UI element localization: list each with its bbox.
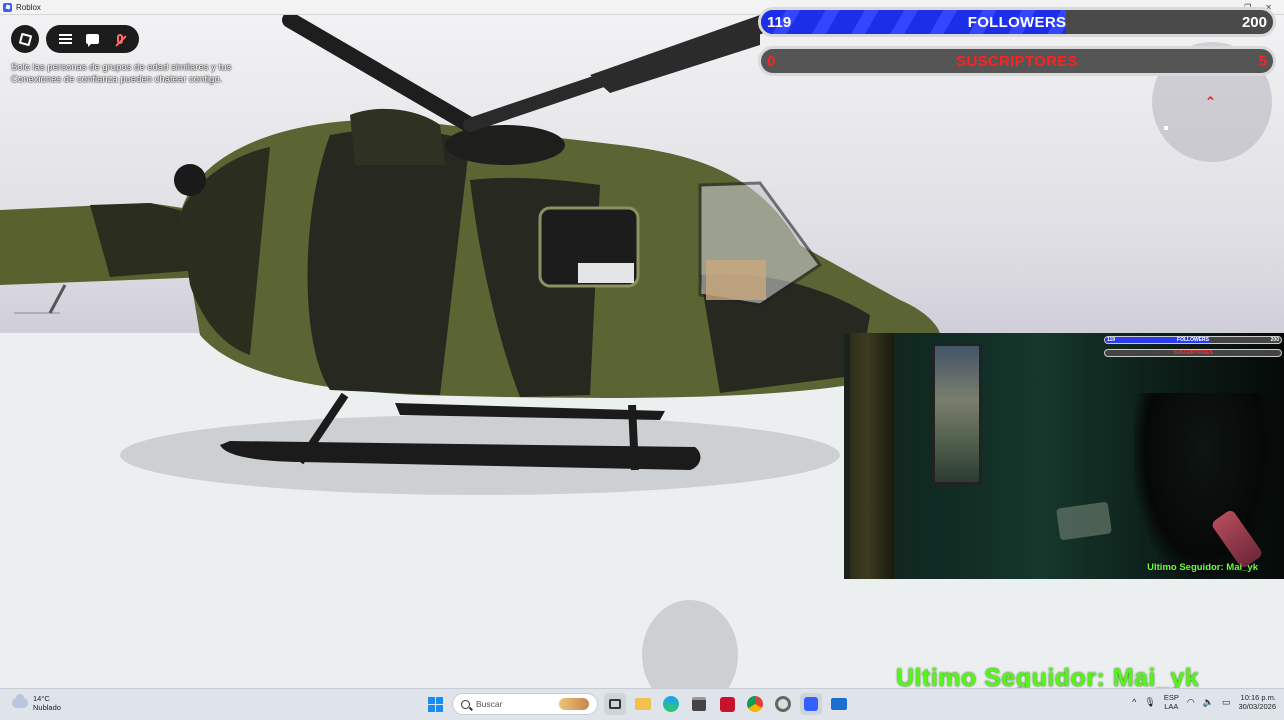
weather-condition: Nublado	[33, 703, 61, 712]
system-tray: ^ 🎙 ESP LAA ◠ 🔈 ▭ 10:16 p.m. 30/03/2026	[1132, 693, 1276, 711]
webcam-subscribers-bar: SUSCRIPTORES	[1104, 349, 1282, 357]
chat-restriction-notice: Solo las personas de grupos de edad simi…	[11, 62, 232, 85]
chrome-button[interactable]	[744, 693, 766, 715]
task-view-button[interactable]	[604, 693, 626, 715]
roblox-app-icon	[3, 2, 12, 12]
webcam-followers-bar: 119 FOLLOWERS 200	[1104, 336, 1282, 344]
weather-temp: 14°C	[33, 694, 50, 703]
language-layout: LAA	[1164, 702, 1179, 711]
taskbar-apps: Buscar	[424, 693, 850, 715]
minimap-dot	[1164, 126, 1168, 130]
edge-button[interactable]	[660, 693, 682, 715]
battery-icon[interactable]: ▭	[1222, 697, 1231, 708]
search-highlight-icon	[559, 698, 589, 710]
roblox-logo-icon	[18, 32, 32, 46]
roblox-window: Roblox — ❐ ✕	[0, 0, 1284, 720]
clock[interactable]: 10:16 p.m. 30/03/2026	[1238, 693, 1276, 711]
subscribers-label: SUSCRIPTORES	[956, 52, 1078, 70]
clock-date: 30/03/2026	[1238, 702, 1276, 711]
tray-overflow-icon[interactable]: ^	[1132, 697, 1136, 707]
chrome-icon	[747, 696, 763, 712]
webcam-subscribers-label: SUSCRIPTORES	[1173, 350, 1213, 356]
search-icon	[461, 699, 470, 709]
language-indicator[interactable]: ESP LAA	[1164, 693, 1179, 711]
player-arrow-icon: ⌃	[1205, 94, 1216, 109]
window-title: Roblox	[16, 2, 41, 12]
roblox-topbar-menu	[46, 25, 139, 53]
file-explorer-button[interactable]	[632, 693, 654, 715]
edge-icon	[663, 696, 679, 712]
webcam-poster	[932, 343, 982, 485]
weather-text: 14°C Nublado	[33, 694, 61, 712]
followers-label: FOLLOWERS	[967, 13, 1067, 31]
tv-app-icon	[831, 698, 847, 710]
roblox-icon	[804, 697, 818, 711]
clock-time: 10:16 p.m.	[1240, 693, 1276, 702]
menu-button[interactable]	[57, 30, 75, 48]
windows-start-icon	[427, 696, 443, 712]
taskbar: 14°C Nublado Buscar ^ 🎙 ESP LAA ◠ 🔈 ▭ 10…	[0, 688, 1284, 720]
task-view-icon	[609, 699, 621, 709]
acrobat-button[interactable]	[716, 693, 738, 715]
subscribers-target: 5	[1258, 52, 1267, 70]
webcam-followers-target: 200	[1270, 337, 1279, 343]
followers-goal-bar: 119 FOLLOWERS 200	[758, 7, 1276, 37]
acrobat-icon	[719, 696, 735, 712]
volume-icon[interactable]: 🔈	[1203, 697, 1214, 708]
voice-button[interactable]	[111, 30, 129, 48]
subscribers-goal-bar: 0 SUSCRIPTORES 5	[758, 46, 1276, 76]
weather-widget[interactable]: 14°C Nublado	[12, 694, 61, 712]
start-button[interactable]	[424, 693, 446, 715]
webcam-followers-label: FOLLOWERS	[1177, 337, 1209, 343]
wifi-icon[interactable]: ◠	[1187, 697, 1195, 708]
chat-button[interactable]	[84, 30, 102, 48]
store-icon	[692, 697, 706, 711]
webcam-last-follower: Ultimo Seguidor: Mai_yk	[1147, 562, 1258, 573]
followers-target: 200	[1241, 13, 1267, 31]
search-placeholder: Buscar	[476, 699, 503, 709]
webcam-overlay: 119 FOLLOWERS 200 SUSCRIPTORES Ultimo Se…	[844, 333, 1284, 579]
roblox-taskbar-button[interactable]	[800, 693, 822, 715]
roblox-menu-button[interactable]	[11, 25, 39, 53]
store-button[interactable]	[688, 693, 710, 715]
language-code: ESP	[1163, 693, 1179, 702]
microphone-icon[interactable]: 🎙	[1144, 697, 1155, 708]
mic-muted-icon	[116, 34, 123, 44]
chat-icon	[86, 34, 99, 47]
hamburger-icon	[59, 34, 72, 44]
webcam-pillow	[1056, 501, 1112, 541]
taskbar-search[interactable]: Buscar	[452, 693, 598, 715]
file-explorer-icon	[635, 698, 651, 710]
chrome-dev-button[interactable]	[772, 693, 794, 715]
webcam-door	[850, 333, 894, 579]
tv-app-button[interactable]	[828, 693, 850, 715]
chrome-dev-icon	[775, 696, 791, 712]
cloud-icon	[12, 694, 28, 708]
